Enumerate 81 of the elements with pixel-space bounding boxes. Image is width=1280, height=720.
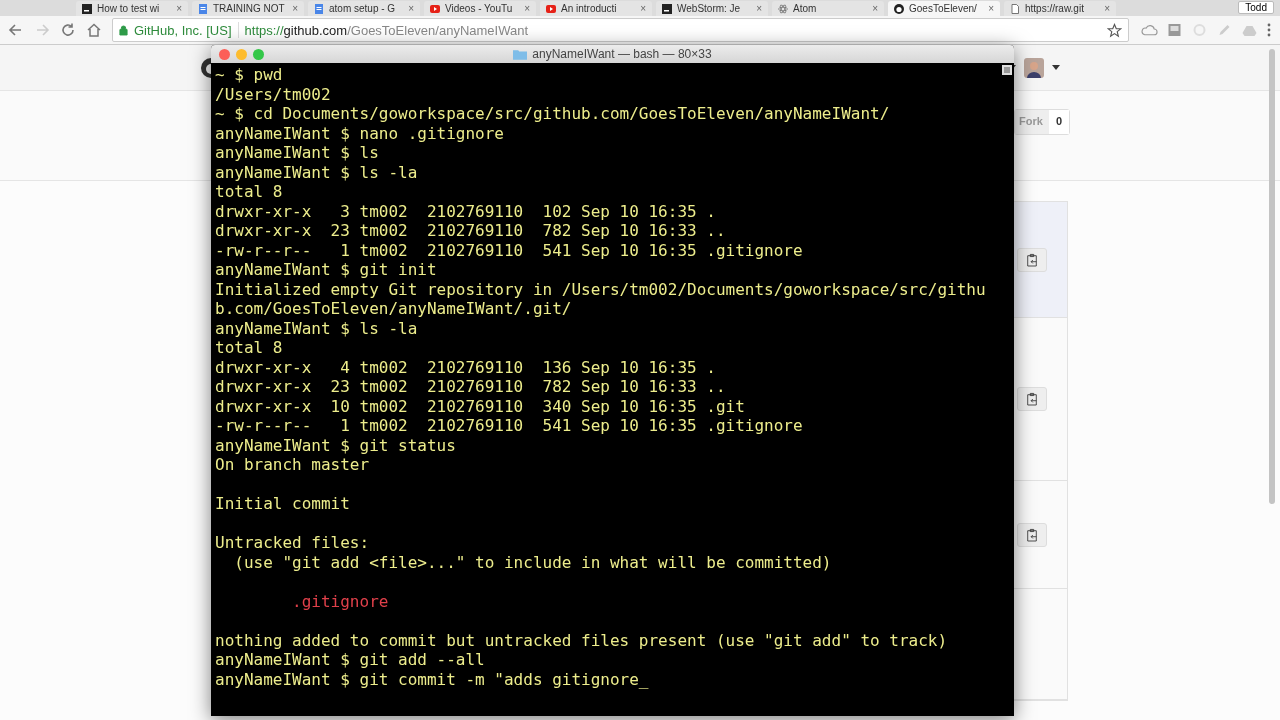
copy-button[interactable] xyxy=(1017,387,1047,411)
scroll-marker-icon[interactable] xyxy=(1002,65,1012,75)
terminal-line: anyNameIWant $ nano .gitignore xyxy=(215,123,504,143)
tab-close-button[interactable]: × xyxy=(872,3,878,14)
clipboard-icon xyxy=(1026,527,1038,542)
browser-tab[interactable]: https://raw.git × xyxy=(1004,1,1116,16)
terminal-line: ~ $ cd Documents/goworkspace/src/github.com/GoesToEleven/anyNameIWant/ xyxy=(215,104,890,124)
browser-tab[interactable]: GoesToEleven/ × xyxy=(888,1,1000,16)
terminal-line: anyNameIWant $ git add --all xyxy=(215,650,485,670)
octocat-icon xyxy=(894,3,904,14)
document-icon xyxy=(314,3,324,14)
tab-close-button[interactable]: × xyxy=(1104,3,1110,14)
terminal-line: drwxr-xr-x 23 tm002 2102769110 782 Sep 10 16:33 .. xyxy=(215,377,726,397)
lock-icon xyxy=(119,24,128,36)
browser-tab[interactable]: TRAINING NOT × xyxy=(192,1,304,16)
profile-button[interactable]: Todd xyxy=(1238,1,1274,14)
copy-button[interactable] xyxy=(1017,522,1047,547)
terminal-line: anyNameIWant $ ls -la xyxy=(215,162,418,182)
scrollbar[interactable] xyxy=(1269,49,1275,504)
window-title: anyNameIWant — bash — 80×33 xyxy=(532,47,712,61)
document-icon xyxy=(198,3,208,14)
copy-button[interactable] xyxy=(1017,247,1047,272)
terminal-line: anyNameIWant $ git init xyxy=(215,260,437,280)
browser-tab[interactable]: Atom × xyxy=(772,1,884,16)
url-text: https://github.com/GoesToEleven/anyNameIWant xyxy=(244,22,530,38)
terminal-line: ~ $ pwd xyxy=(215,65,283,85)
page-icon xyxy=(1010,3,1020,14)
terminal-line: total 8 xyxy=(215,338,283,358)
clipboard-icon xyxy=(1026,392,1038,406)
terminal-line: drwxr-xr-x 3 tm002 2102769110 102 Sep 10 16:35 . xyxy=(215,201,716,221)
cloud-icon[interactable] xyxy=(1141,22,1158,38)
browser-tab[interactable]: An introducti × xyxy=(540,1,652,16)
folder-icon xyxy=(513,48,528,60)
browser-tab[interactable]: How to test wi × xyxy=(76,1,188,16)
terminal-line: drwxr-xr-x 23 tm002 2102769110 782 Sep 10 16:33 .. xyxy=(215,221,726,241)
untracked-file: .gitignore xyxy=(291,591,389,611)
tab-close-button[interactable]: × xyxy=(640,3,646,14)
terminal-line: /Users/tm002 xyxy=(215,84,331,104)
terminal-line: Untracked files: xyxy=(215,533,370,553)
extension-icon[interactable] xyxy=(1166,22,1183,38)
clipboard-icon xyxy=(1026,252,1038,267)
terminal-line: -rw-r--r-- 1 tm002 2102769110 541 Sep 10 16:35 .gitignore xyxy=(215,416,803,436)
menu-icon[interactable] xyxy=(1266,22,1272,38)
terminal-line: Initialized empty Git repository in /Users/tm002/Documents/goworkspace/src/githu xyxy=(215,279,986,299)
terminal-line: (use "git add <file>..." to include in what will be committed) xyxy=(233,552,832,572)
tab-close-button[interactable]: × xyxy=(756,3,762,14)
terminal-line: -rw-r--r-- 1 tm002 2102769110 541 Sep 10 16:35 .gitignore xyxy=(215,240,803,260)
caret-icon[interactable] xyxy=(1052,65,1060,70)
terminal-line: On branch master xyxy=(215,455,370,475)
terminal-line: nothing added to commit but untracked files present (use "git add" to track) xyxy=(215,630,948,650)
terminal-line: b.com/GoesToEleven/anyNameIWant/.git/ xyxy=(215,299,572,319)
tab-close-button[interactable]: × xyxy=(524,3,530,14)
terminal-line: anyNameIWant $ git status xyxy=(215,435,456,455)
square-logo-icon xyxy=(662,3,672,14)
avatar-icon[interactable] xyxy=(1024,57,1044,78)
reload-icon[interactable] xyxy=(60,22,76,38)
terminal-line: total 8 xyxy=(215,182,283,202)
close-button[interactable] xyxy=(219,48,230,60)
play-icon xyxy=(546,3,556,14)
terminal-line: drwxr-xr-x 4 tm002 2102769110 136 Sep 10 16:35 . xyxy=(215,357,716,377)
terminal-line: Initial commit xyxy=(215,494,350,514)
atom-icon xyxy=(778,3,788,14)
back-icon[interactable] xyxy=(8,22,24,38)
site-identity: GitHub, Inc. [US] xyxy=(134,22,232,38)
browser-tab[interactable]: Videos - YouTu × xyxy=(424,1,536,16)
terminal-line: anyNameIWant $ git commit -m "adds gitignore_ xyxy=(215,669,649,689)
address-field[interactable]: GitHub, Inc. [US] https://github.com/GoesToEleven/anyNameIWant xyxy=(112,18,1129,42)
home-icon[interactable] xyxy=(86,22,102,38)
play-icon xyxy=(430,3,440,14)
tab-close-button[interactable]: × xyxy=(408,3,414,14)
tab-close-button[interactable]: × xyxy=(292,3,298,14)
browser-tab[interactable]: WebStorm: Je × xyxy=(656,1,768,16)
star-icon[interactable] xyxy=(1107,22,1122,38)
browser-tab[interactable]: atom setup - G × xyxy=(308,1,420,16)
terminal-line: anyNameIWant $ ls -la xyxy=(215,318,418,338)
square-logo-icon xyxy=(82,3,92,14)
tab-close-button[interactable]: × xyxy=(988,3,994,14)
terminal-line: drwxr-xr-x 10 tm002 2102769110 340 Sep 10 16:35 .git xyxy=(215,396,745,416)
fork-count: 0 xyxy=(1048,110,1069,134)
tab-close-button[interactable]: × xyxy=(176,3,182,14)
terminal-line: anyNameIWant $ ls xyxy=(215,143,379,163)
